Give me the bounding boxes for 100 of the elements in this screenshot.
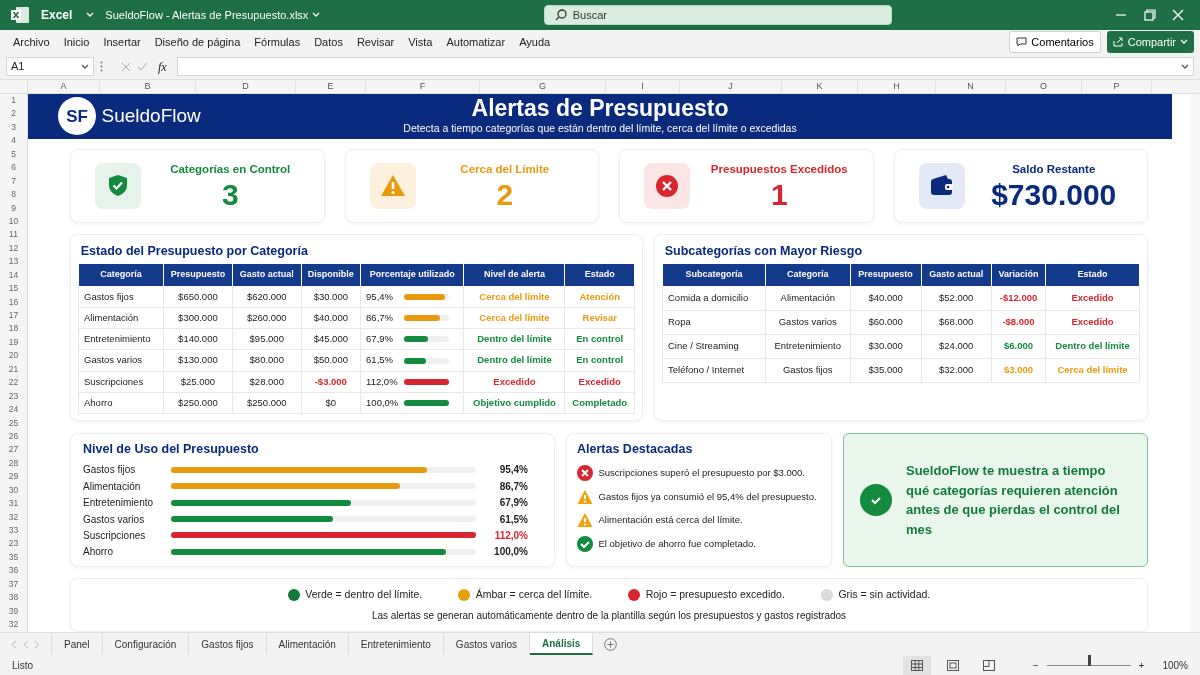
column-header[interactable]: J bbox=[680, 80, 782, 93]
table-cell: $95.000 bbox=[232, 328, 302, 350]
column-header[interactable]: I bbox=[606, 80, 680, 93]
name-box[interactable]: A1 bbox=[6, 57, 94, 76]
search-field[interactable]: Buscar bbox=[543, 5, 892, 25]
row-header[interactable]: 14 bbox=[0, 268, 27, 283]
menu-item[interactable]: Vista bbox=[401, 33, 440, 51]
table-cell: Ropa bbox=[662, 310, 766, 335]
row-header[interactable]: 33 bbox=[0, 524, 27, 538]
table-cell: $45.000 bbox=[301, 328, 361, 350]
row-header[interactable]: 31 bbox=[0, 497, 27, 511]
kpi-value: $730.000 bbox=[990, 177, 1118, 211]
row-header[interactable]: 21 bbox=[0, 362, 27, 377]
row-header[interactable]: 2 bbox=[0, 107, 27, 121]
row-header[interactable]: 20 bbox=[0, 349, 27, 363]
row-header[interactable]: 19 bbox=[0, 335, 27, 350]
legend-note: Las alertas se generan automáticamente dentro de la plantilla según los presupuestos y gastos registrados bbox=[371, 609, 847, 624]
row-header[interactable]: 26 bbox=[0, 429, 27, 444]
formula-input[interactable] bbox=[176, 57, 1194, 76]
check-icon bbox=[860, 484, 892, 517]
row-header[interactable]: 38 bbox=[0, 591, 27, 605]
scrollbar[interactable] bbox=[1190, 94, 1200, 632]
menu-item[interactable]: Inicio bbox=[56, 33, 97, 51]
page-break-icon[interactable] bbox=[982, 660, 995, 672]
row-header[interactable]: 37 bbox=[0, 577, 27, 592]
row-header[interactable]: 30 bbox=[0, 483, 27, 498]
menu-item[interactable]: Insertar bbox=[96, 33, 148, 51]
column-header[interactable]: F bbox=[366, 80, 480, 93]
table-cell: En control bbox=[564, 328, 635, 350]
column-header[interactable]: B bbox=[100, 80, 196, 93]
row-header[interactable]: 24 bbox=[0, 403, 27, 417]
column-header[interactable]: A bbox=[28, 80, 100, 93]
row-header[interactable]: 7 bbox=[0, 174, 27, 189]
row-header[interactable]: 29 bbox=[0, 470, 27, 484]
column-header[interactable]: P bbox=[1082, 80, 1152, 93]
caret-icon[interactable] bbox=[1181, 63, 1189, 70]
logo-mark: SF bbox=[58, 97, 96, 136]
bar-value: 67,9% bbox=[498, 496, 528, 511]
column-header[interactable]: D bbox=[196, 80, 296, 93]
row-header[interactable]: 17 bbox=[0, 309, 27, 323]
row-header[interactable]: 15 bbox=[0, 282, 27, 296]
function-button[interactable]: fx bbox=[154, 57, 171, 76]
caret-icon[interactable] bbox=[81, 63, 89, 70]
row-header[interactable]: 35 bbox=[0, 550, 27, 565]
row-header[interactable]: 8 bbox=[0, 188, 27, 202]
comments-button[interactable]: Comentarios bbox=[1009, 30, 1101, 54]
page-layout-icon[interactable] bbox=[946, 660, 959, 672]
row-header[interactable]: 4 bbox=[0, 134, 27, 148]
row-header[interactable]: 18 bbox=[0, 322, 27, 336]
table-cell: Entretenimiento bbox=[765, 334, 851, 359]
row-header[interactable]: 3 bbox=[0, 120, 27, 135]
row-header[interactable]: 39 bbox=[0, 604, 27, 619]
column-header[interactable]: E bbox=[296, 80, 366, 93]
row-header[interactable]: 27 bbox=[0, 443, 27, 457]
bar-value: 112,0% bbox=[493, 528, 528, 543]
more-icon[interactable] bbox=[100, 61, 103, 72]
close-icon[interactable] bbox=[1172, 9, 1184, 21]
row-header[interactable]: 32 bbox=[0, 618, 27, 632]
sheet-tab[interactable]: Análisis bbox=[530, 633, 594, 655]
slider-thumb[interactable] bbox=[1087, 654, 1091, 666]
column-header[interactable]: H bbox=[858, 80, 936, 93]
column-header[interactable]: G bbox=[480, 80, 606, 93]
menu-item[interactable]: Archivo bbox=[6, 33, 57, 51]
column-header[interactable]: O bbox=[1006, 80, 1082, 93]
zoom-in-button[interactable]: + bbox=[1138, 657, 1145, 673]
menu-item[interactable]: Datos bbox=[307, 33, 350, 51]
row-header[interactable]: 10 bbox=[0, 214, 27, 229]
bar-label: Alimentación bbox=[83, 479, 142, 494]
table-cell: $28.000 bbox=[232, 371, 302, 393]
row-header[interactable]: 6 bbox=[0, 161, 27, 175]
row-header[interactable]: 28 bbox=[0, 456, 27, 471]
menu-item[interactable]: Ayuda bbox=[512, 33, 558, 51]
row-header[interactable]: 1 bbox=[0, 94, 27, 108]
menu-item[interactable]: Revisar bbox=[349, 33, 402, 51]
row-header[interactable]: 25 bbox=[0, 416, 27, 430]
grid-view-icon[interactable] bbox=[910, 660, 923, 672]
column-header[interactable]: N bbox=[936, 80, 1006, 93]
row-header[interactable]: 23 bbox=[0, 389, 27, 404]
restore-icon[interactable] bbox=[1143, 9, 1156, 21]
add-sheet-icon[interactable] bbox=[604, 637, 618, 651]
zoom-out-button[interactable]: − bbox=[1032, 657, 1039, 673]
share-button[interactable]: Compartir bbox=[1106, 30, 1194, 54]
row-header[interactable]: 5 bbox=[0, 147, 27, 162]
menu-item[interactable]: Automatizar bbox=[439, 33, 513, 51]
menu-item[interactable]: Diseño de página bbox=[147, 33, 248, 51]
menu-item[interactable]: Fórmulas bbox=[247, 33, 308, 51]
row-header[interactable]: 36 bbox=[0, 564, 27, 578]
table-cell: Cine / Streaming bbox=[662, 334, 766, 359]
column-header: Nivel de alerta bbox=[463, 263, 565, 287]
row-header[interactable]: 9 bbox=[0, 201, 27, 215]
row-header[interactable]: 11 bbox=[0, 228, 27, 242]
row-header[interactable]: 23 bbox=[0, 537, 27, 551]
row-header[interactable]: 16 bbox=[0, 295, 27, 309]
row-header[interactable]: 22 bbox=[0, 376, 27, 390]
row-header[interactable]: 32 bbox=[0, 510, 27, 524]
table-cell: Entretenimiento bbox=[78, 328, 164, 350]
column-header[interactable]: K bbox=[782, 80, 858, 93]
row-header[interactable]: 13 bbox=[0, 255, 27, 269]
search-placeholder: Buscar bbox=[572, 7, 607, 23]
row-header[interactable]: 12 bbox=[0, 241, 27, 256]
